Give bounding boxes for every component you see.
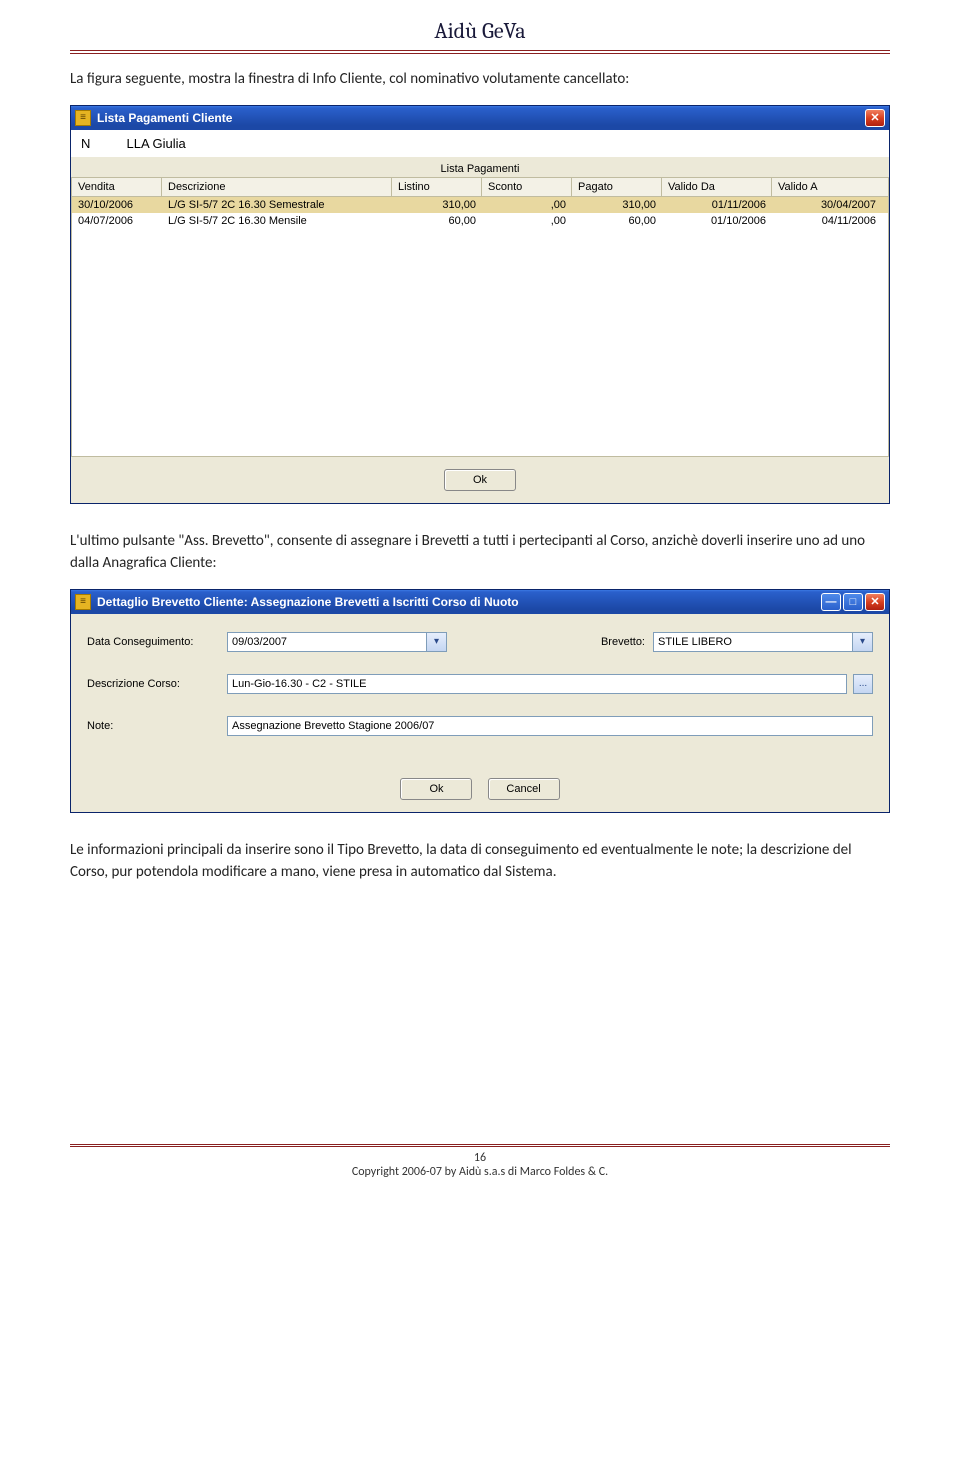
table-row[interactable]: 04/07/2006 L/G SI-5/7 2C 16.30 Mensile 6… [72,213,888,229]
data-conseguimento-input[interactable] [227,632,427,652]
cell-descrizione: L/G SI-5/7 2C 16.30 Mensile [162,213,392,229]
ok-button[interactable]: Ok [444,469,516,491]
client-prefix: N [81,136,90,151]
row-data-brevetto: Data Conseguimento: ▾ Brevetto: ▾ [87,632,873,652]
close-icon[interactable]: ✕ [865,593,885,611]
table-row[interactable]: 30/10/2006 L/G SI-5/7 2C 16.30 Semestral… [72,197,888,213]
mid-paragraph-1: L'ultimo pulsante "Ass. Brevetto", conse… [70,530,890,575]
dettaglio-brevetto-window: ≡ Dettaglio Brevetto Cliente: Assegnazio… [70,589,890,813]
maximize-icon[interactable]: □ [843,593,863,611]
col-descrizione[interactable]: Descrizione [162,178,392,196]
client-name-row: N LLA Giulia [71,130,889,157]
window-title: Lista Pagamenti Cliente [97,111,232,125]
titlebar[interactable]: ≡ Lista Pagamenti Cliente ✕ [71,106,889,130]
ellipsis-icon[interactable]: ... [853,674,873,694]
header-rule [70,53,890,54]
col-valido-da[interactable]: Valido Da [662,178,772,196]
page-footer: 16 Copyright 2006-07 by Aidù s.a.s di Ma… [70,1147,890,1179]
cell-pagato: 60,00 [572,213,662,229]
cell-sconto: ,00 [482,213,572,229]
cell-valido-da: 01/10/2006 [662,213,772,229]
descrizione-corso-input[interactable] [227,674,847,694]
row-descrizione-corso: Descrizione Corso: ... [87,674,873,694]
chevron-down-icon[interactable]: ▾ [427,632,447,652]
cell-listino: 60,00 [392,213,482,229]
grid-caption: Lista Pagamenti [71,157,889,177]
copyright-text: Copyright 2006-07 by Aidù s.a.s di Marco… [70,1165,890,1179]
titlebar[interactable]: ≡ Dettaglio Brevetto Cliente: Assegnazio… [71,590,889,614]
intro-paragraph: La figura seguente, mostra la finestra d… [70,68,890,91]
grid-header: Vendita Descrizione Listino Sconto Pagat… [71,177,889,197]
lista-pagamenti-window: ≡ Lista Pagamenti Cliente ✕ N LLA Giulia… [70,105,890,504]
app-icon: ≡ [75,110,91,126]
cell-sconto: ,00 [482,197,572,213]
window-title: Dettaglio Brevetto Cliente: Assegnazione… [97,595,519,609]
note-input[interactable] [227,716,873,736]
col-vendita[interactable]: Vendita [72,178,162,196]
client-name: LLA Giulia [127,136,186,151]
page-title: Aidù GeVa [70,0,890,51]
col-pagato[interactable]: Pagato [572,178,662,196]
data-conseguimento-field[interactable]: ▾ [227,632,447,652]
cell-vendita: 30/10/2006 [72,197,162,213]
chevron-down-icon[interactable]: ▾ [853,632,873,652]
mid-paragraph-2: Le informazioni principali da inserire s… [70,839,890,884]
close-icon[interactable]: ✕ [865,109,885,127]
cell-valido-da: 01/11/2006 [662,197,772,213]
cell-listino: 310,00 [392,197,482,213]
label-data-conseguimento: Data Conseguimento: [87,636,227,648]
label-descrizione-corso: Descrizione Corso: [87,678,227,690]
button-bar: Ok Cancel [71,766,889,812]
col-valido-a[interactable]: Valido A [772,178,882,196]
col-sconto[interactable]: Sconto [482,178,572,196]
app-icon: ≡ [75,594,91,610]
cancel-button[interactable]: Cancel [488,778,560,800]
cell-vendita: 04/07/2006 [72,213,162,229]
brevetto-field[interactable]: ▾ [653,632,873,652]
col-listino[interactable]: Listino [392,178,482,196]
row-note: Note: [87,716,873,736]
page-number: 16 [70,1151,890,1165]
cell-pagato: 310,00 [572,197,662,213]
cell-descrizione: L/G SI-5/7 2C 16.30 Semestrale [162,197,392,213]
browse-corso-button[interactable]: ... [853,674,873,694]
label-note: Note: [87,720,227,732]
form-area: Data Conseguimento: ▾ Brevetto: ▾ Descri… [71,614,889,766]
brevetto-input[interactable] [653,632,853,652]
grid-body[interactable]: 30/10/2006 L/G SI-5/7 2C 16.30 Semestral… [71,197,889,457]
button-bar: Ok [71,457,889,503]
minimize-icon[interactable]: ― [821,593,841,611]
label-brevetto: Brevetto: [573,636,653,648]
cell-valido-a: 30/04/2007 [772,197,882,213]
cell-valido-a: 04/11/2006 [772,213,882,229]
ok-button[interactable]: Ok [400,778,472,800]
footer-rule [70,1144,890,1145]
